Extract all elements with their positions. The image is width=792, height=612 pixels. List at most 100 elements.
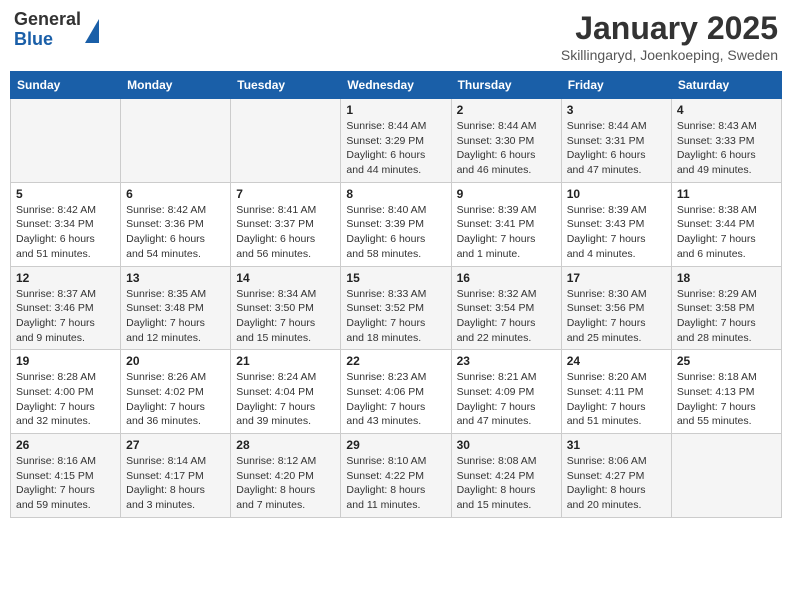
day-number: 16 xyxy=(457,271,556,285)
day-info: Sunrise: 8:44 AM Sunset: 3:29 PM Dayligh… xyxy=(346,119,445,178)
day-info: Sunrise: 8:41 AM Sunset: 3:37 PM Dayligh… xyxy=(236,203,335,262)
day-number: 2 xyxy=(457,103,556,117)
day-number: 22 xyxy=(346,354,445,368)
calendar-week-1: 1 Sunrise: 8:44 AM Sunset: 3:29 PM Daylig… xyxy=(11,99,782,183)
day-number: 9 xyxy=(457,187,556,201)
day-number: 14 xyxy=(236,271,335,285)
calendar-cell: 8 Sunrise: 8:40 AM Sunset: 3:39 PM Daylig… xyxy=(341,182,451,266)
day-number: 28 xyxy=(236,438,335,452)
day-info: Sunrise: 8:32 AM Sunset: 3:54 PM Dayligh… xyxy=(457,287,556,346)
logo-triangle-icon xyxy=(85,19,99,43)
day-number: 3 xyxy=(567,103,666,117)
day-info: Sunrise: 8:20 AM Sunset: 4:11 PM Dayligh… xyxy=(567,370,666,429)
logo: General Blue xyxy=(14,10,99,50)
calendar-cell: 14 Sunrise: 8:34 AM Sunset: 3:50 PM Dayli… xyxy=(231,266,341,350)
calendar-cell: 21Sunrise: 8:24 AM Sunset: 4:04 PM Dayli… xyxy=(231,350,341,434)
month-title: January 2025 xyxy=(561,10,778,47)
calendar-cell: 24Sunrise: 8:20 AM Sunset: 4:11 PM Dayli… xyxy=(561,350,671,434)
day-number: 17 xyxy=(567,271,666,285)
calendar-week-2: 5Sunrise: 8:42 AM Sunset: 3:34 PM Daylig… xyxy=(11,182,782,266)
day-number: 26 xyxy=(16,438,115,452)
calendar-cell: 15Sunrise: 8:33 AM Sunset: 3:52 PM Dayli… xyxy=(341,266,451,350)
day-info: Sunrise: 8:33 AM Sunset: 3:52 PM Dayligh… xyxy=(346,287,445,346)
day-number: 29 xyxy=(346,438,445,452)
day-info: Sunrise: 8:08 AM Sunset: 4:24 PM Dayligh… xyxy=(457,454,556,513)
day-info: Sunrise: 8:24 AM Sunset: 4:04 PM Dayligh… xyxy=(236,370,335,429)
day-number: 11 xyxy=(677,187,776,201)
day-info: Sunrise: 8:21 AM Sunset: 4:09 PM Dayligh… xyxy=(457,370,556,429)
calendar-cell: 4 Sunrise: 8:43 AM Sunset: 3:33 PM Daylig… xyxy=(671,99,781,183)
day-info: Sunrise: 8:35 AM Sunset: 3:48 PM Dayligh… xyxy=(126,287,225,346)
calendar-week-3: 12 Sunrise: 8:37 AM Sunset: 3:46 PM Dayli… xyxy=(11,266,782,350)
day-info: Sunrise: 8:10 AM Sunset: 4:22 PM Dayligh… xyxy=(346,454,445,513)
day-info: Sunrise: 8:37 AM Sunset: 3:46 PM Dayligh… xyxy=(16,287,115,346)
day-number: 20 xyxy=(126,354,225,368)
calendar-cell: 31 Sunrise: 8:06 AM Sunset: 4:27 PM Dayli… xyxy=(561,434,671,518)
day-info: Sunrise: 8:42 AM Sunset: 3:34 PM Dayligh… xyxy=(16,203,115,262)
day-info: Sunrise: 8:26 AM Sunset: 4:02 PM Dayligh… xyxy=(126,370,225,429)
calendar-cell: 20 Sunrise: 8:26 AM Sunset: 4:02 PM Dayli… xyxy=(121,350,231,434)
day-info: Sunrise: 8:06 AM Sunset: 4:27 PM Dayligh… xyxy=(567,454,666,513)
day-number: 19 xyxy=(16,354,115,368)
day-number: 18 xyxy=(677,271,776,285)
weekday-header-thursday: Thursday xyxy=(451,72,561,99)
calendar-cell: 28 Sunrise: 8:12 AM Sunset: 4:20 PM Dayli… xyxy=(231,434,341,518)
day-number: 1 xyxy=(346,103,445,117)
day-info: Sunrise: 8:38 AM Sunset: 3:44 PM Dayligh… xyxy=(677,203,776,262)
calendar-cell: 18 Sunrise: 8:29 AM Sunset: 3:58 PM Dayli… xyxy=(671,266,781,350)
calendar-cell: 26 Sunrise: 8:16 AM Sunset: 4:15 PM Dayli… xyxy=(11,434,121,518)
calendar-table: SundayMondayTuesdayWednesdayThursdayFrid… xyxy=(10,71,782,518)
day-info: Sunrise: 8:40 AM Sunset: 3:39 PM Dayligh… xyxy=(346,203,445,262)
weekday-header-monday: Monday xyxy=(121,72,231,99)
day-info: Sunrise: 8:12 AM Sunset: 4:20 PM Dayligh… xyxy=(236,454,335,513)
calendar-cell: 16 Sunrise: 8:32 AM Sunset: 3:54 PM Dayli… xyxy=(451,266,561,350)
day-info: Sunrise: 8:28 AM Sunset: 4:00 PM Dayligh… xyxy=(16,370,115,429)
day-info: Sunrise: 8:34 AM Sunset: 3:50 PM Dayligh… xyxy=(236,287,335,346)
day-info: Sunrise: 8:30 AM Sunset: 3:56 PM Dayligh… xyxy=(567,287,666,346)
weekday-header-wednesday: Wednesday xyxy=(341,72,451,99)
calendar-cell xyxy=(121,99,231,183)
calendar-cell xyxy=(671,434,781,518)
weekday-header-tuesday: Tuesday xyxy=(231,72,341,99)
day-number: 31 xyxy=(567,438,666,452)
day-info: Sunrise: 8:16 AM Sunset: 4:15 PM Dayligh… xyxy=(16,454,115,513)
calendar-week-4: 19 Sunrise: 8:28 AM Sunset: 4:00 PM Dayli… xyxy=(11,350,782,434)
logo-blue: Blue xyxy=(14,30,81,50)
calendar-cell: 9 Sunrise: 8:39 AM Sunset: 3:41 PM Daylig… xyxy=(451,182,561,266)
calendar-cell: 13 Sunrise: 8:35 AM Sunset: 3:48 PM Dayli… xyxy=(121,266,231,350)
day-number: 7 xyxy=(236,187,335,201)
calendar-cell: 25Sunrise: 8:18 AM Sunset: 4:13 PM Dayli… xyxy=(671,350,781,434)
calendar-cell: 29 Sunrise: 8:10 AM Sunset: 4:22 PM Dayli… xyxy=(341,434,451,518)
day-number: 4 xyxy=(677,103,776,117)
calendar-cell: 3 Sunrise: 8:44 AM Sunset: 3:31 PM Daylig… xyxy=(561,99,671,183)
day-info: Sunrise: 8:44 AM Sunset: 3:31 PM Dayligh… xyxy=(567,119,666,178)
logo-text: General Blue xyxy=(14,10,81,50)
calendar-cell: 23Sunrise: 8:21 AM Sunset: 4:09 PM Dayli… xyxy=(451,350,561,434)
page-header: General Blue January 2025 Skillingaryd, … xyxy=(10,10,782,63)
day-info: Sunrise: 8:29 AM Sunset: 3:58 PM Dayligh… xyxy=(677,287,776,346)
day-info: Sunrise: 8:39 AM Sunset: 3:43 PM Dayligh… xyxy=(567,203,666,262)
day-info: Sunrise: 8:39 AM Sunset: 3:41 PM Dayligh… xyxy=(457,203,556,262)
calendar-cell: 11 Sunrise: 8:38 AM Sunset: 3:44 PM Dayli… xyxy=(671,182,781,266)
calendar-cell: 5Sunrise: 8:42 AM Sunset: 3:34 PM Daylig… xyxy=(11,182,121,266)
day-info: Sunrise: 8:42 AM Sunset: 3:36 PM Dayligh… xyxy=(126,203,225,262)
weekday-header-saturday: Saturday xyxy=(671,72,781,99)
day-number: 13 xyxy=(126,271,225,285)
day-number: 8 xyxy=(346,187,445,201)
calendar-cell: 2Sunrise: 8:44 AM Sunset: 3:30 PM Daylig… xyxy=(451,99,561,183)
day-number: 25 xyxy=(677,354,776,368)
weekday-header-friday: Friday xyxy=(561,72,671,99)
calendar-cell: 27Sunrise: 8:14 AM Sunset: 4:17 PM Dayli… xyxy=(121,434,231,518)
calendar-cell: 19 Sunrise: 8:28 AM Sunset: 4:00 PM Dayli… xyxy=(11,350,121,434)
calendar-cell: 6 Sunrise: 8:42 AM Sunset: 3:36 PM Daylig… xyxy=(121,182,231,266)
day-number: 12 xyxy=(16,271,115,285)
weekday-header-row: SundayMondayTuesdayWednesdayThursdayFrid… xyxy=(11,72,782,99)
day-number: 30 xyxy=(457,438,556,452)
day-number: 6 xyxy=(126,187,225,201)
calendar-cell: 30 Sunrise: 8:08 AM Sunset: 4:24 PM Dayli… xyxy=(451,434,561,518)
calendar-week-5: 26 Sunrise: 8:16 AM Sunset: 4:15 PM Dayli… xyxy=(11,434,782,518)
calendar-cell: 7 Sunrise: 8:41 AM Sunset: 3:37 PM Daylig… xyxy=(231,182,341,266)
weekday-header-sunday: Sunday xyxy=(11,72,121,99)
title-section: January 2025 Skillingaryd, Joenkoeping, … xyxy=(561,10,778,63)
day-info: Sunrise: 8:43 AM Sunset: 3:33 PM Dayligh… xyxy=(677,119,776,178)
